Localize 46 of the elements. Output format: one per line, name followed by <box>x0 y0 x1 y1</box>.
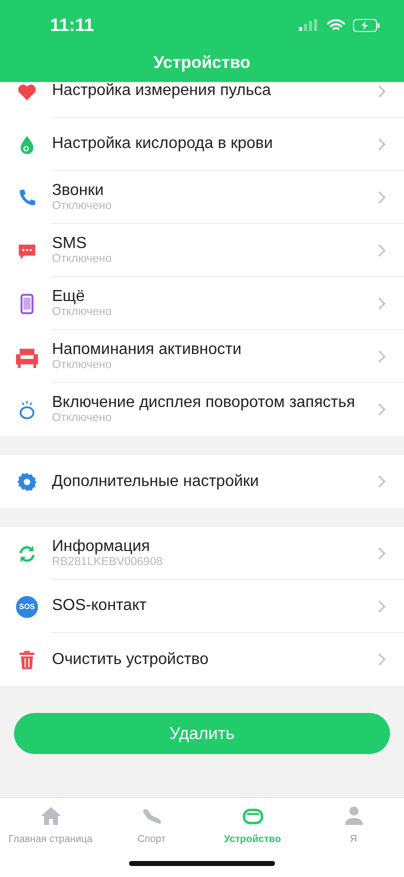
chevron-icon <box>378 84 386 98</box>
home-icon <box>38 804 62 828</box>
row-title: Настройка измерения пульса <box>52 82 272 101</box>
settings-row[interactable]: Ещё Отключено <box>0 277 404 330</box>
row-title: Включение дисплея поворотом запястья <box>52 393 356 412</box>
row-title: Напоминания активности <box>52 340 242 359</box>
row-subtitle: Отключено <box>52 252 113 266</box>
row-title: Информация <box>52 536 151 556</box>
row-title: Ещё <box>52 286 86 306</box>
chevron-icon <box>378 190 386 204</box>
row-subtitle: RB281LKEBV006908 <box>52 556 164 570</box>
chevron-icon <box>378 244 386 256</box>
chevron-icon <box>378 403 386 416</box>
gear-icon <box>16 470 38 492</box>
wifi-icon <box>327 18 345 32</box>
settings-row[interactable]: SMS Отключено <box>0 224 404 277</box>
settings-row[interactable]: Настройка кислорода в крови <box>0 118 404 171</box>
heart-icon <box>16 82 38 102</box>
row-title: Звонки <box>52 180 105 200</box>
battery-icon <box>353 18 380 32</box>
row-subtitle: Отключено <box>52 358 113 372</box>
row-subtitle: Отключено <box>52 200 113 214</box>
row-title: Дополнительные настройки <box>52 472 260 492</box>
settings-row[interactable]: Звонки Отключено <box>0 171 404 224</box>
row-subtitle: Отключено <box>52 306 113 320</box>
settings-row[interactable]: Дополнительные настройки <box>0 455 404 508</box>
row-subtitle: Отключено <box>52 412 113 426</box>
chevron-icon <box>378 475 386 488</box>
chevron-icon <box>378 600 386 612</box>
chevron-icon <box>378 653 386 666</box>
chevron-icon <box>378 546 386 560</box>
settings-row[interactable]: Включение дисплея поворотом запястья Отключено <box>0 383 404 436</box>
screen-title: Устройство <box>152 52 252 74</box>
row-title: Очистить устройство <box>52 650 210 670</box>
row-title: SOS-контакт <box>52 596 148 616</box>
status-time: 11:11 <box>50 14 94 36</box>
row-title: Настройка кислорода в крови <box>52 134 274 154</box>
settings-row[interactable]: Очистить устройство <box>0 633 404 686</box>
settings-row[interactable]: Информация RB281LKEBV006908 <box>0 527 404 580</box>
row-title: SMS <box>52 234 88 253</box>
signal-icon <box>299 19 319 31</box>
chevron-icon <box>378 296 386 310</box>
settings-row[interactable]: Напоминания активности Отключено <box>0 330 404 383</box>
settings-row[interactable]: Настройка измерения пульса <box>0 82 404 118</box>
chevron-icon <box>378 138 386 150</box>
chevron-icon <box>378 350 386 362</box>
